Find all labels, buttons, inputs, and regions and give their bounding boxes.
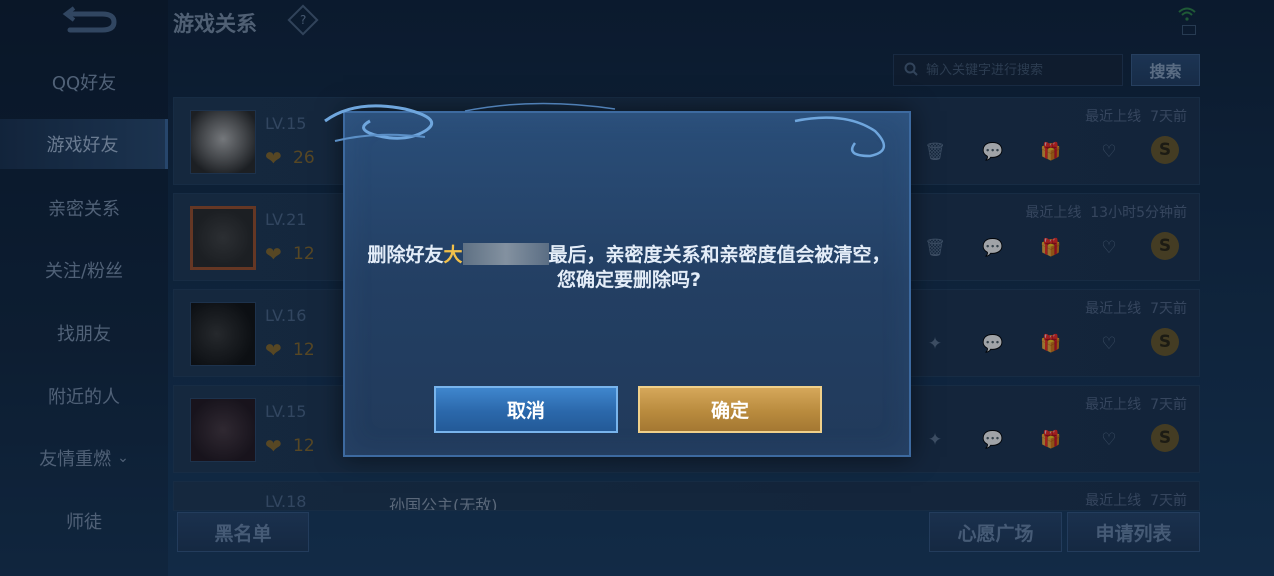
confirm-button[interactable]: 确定 bbox=[638, 386, 822, 433]
dialog-message: 删除好友大 最后，亲密度关系和亲密度值会被清空，您确定要删除吗? bbox=[367, 243, 891, 291]
decorative-swirl-icon bbox=[324, 102, 885, 158]
friend-name-highlight: 大 bbox=[443, 244, 463, 266]
cancel-button[interactable]: 取消 bbox=[434, 386, 618, 433]
redacted-name bbox=[462, 243, 549, 265]
game-relations-page: QQ好友 游戏好友 亲密关系 关注/粉丝 找朋友 附近的人 友情重燃 ⌄ 师徒 … bbox=[0, 0, 1274, 576]
delete-friend-dialog: 删除好友大 最后，亲密度关系和亲密度值会被清空，您确定要删除吗? 取消 确定 bbox=[324, 102, 911, 457]
